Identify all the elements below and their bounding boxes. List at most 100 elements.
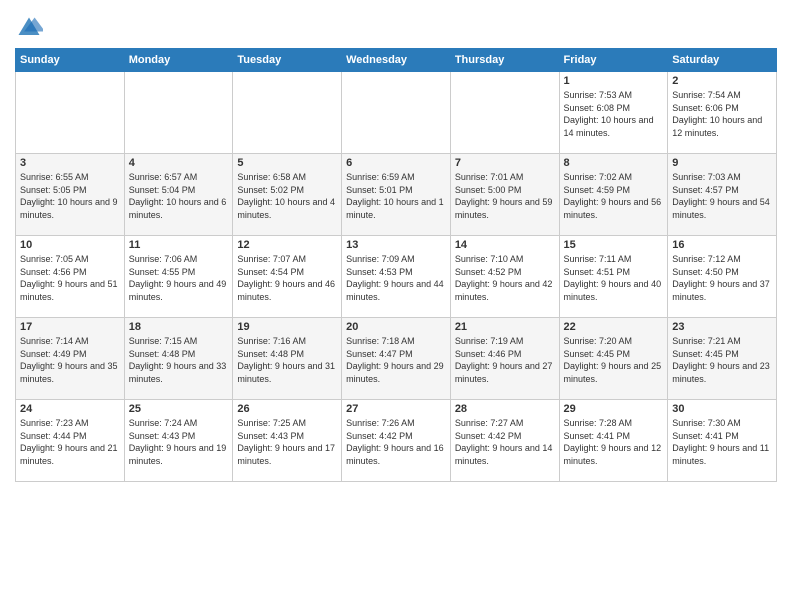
day-info: Sunrise: 7:18 AM Sunset: 4:47 PM Dayligh… xyxy=(346,335,446,385)
calendar-cell: 8 Sunrise: 7:02 AM Sunset: 4:59 PM Daylig… xyxy=(559,154,668,236)
day-number: 1 xyxy=(564,75,664,87)
day-number: 4 xyxy=(129,157,229,169)
calendar-cell: 17 Sunrise: 7:14 AM Sunset: 4:49 PM Dayli… xyxy=(16,318,125,400)
day-info: Sunrise: 7:27 AM Sunset: 4:42 PM Dayligh… xyxy=(455,417,555,467)
day-info: Sunrise: 7:24 AM Sunset: 4:43 PM Dayligh… xyxy=(129,417,229,467)
day-number: 26 xyxy=(237,403,337,415)
day-number: 13 xyxy=(346,239,446,251)
calendar-cell: 30Sunrise: 7:30 AM Sunset: 4:41 PM Dayli… xyxy=(668,400,777,482)
logo xyxy=(15,14,45,42)
day-info: Sunrise: 6:57 AM Sunset: 5:04 PM Dayligh… xyxy=(129,171,229,221)
day-info: Sunrise: 7:30 AM Sunset: 4:41 PM Dayligh… xyxy=(672,417,772,467)
day-info: Sunrise: 7:11 AM Sunset: 4:51 PM Dayligh… xyxy=(564,253,664,303)
day-number: 6 xyxy=(346,157,446,169)
day-number: 25 xyxy=(129,403,229,415)
day-info: Sunrise: 6:58 AM Sunset: 5:02 PM Dayligh… xyxy=(237,171,337,221)
day-number: 15 xyxy=(564,239,664,251)
day-number: 18 xyxy=(129,321,229,333)
calendar-cell: 15 Sunrise: 7:11 AM Sunset: 4:51 PM Dayli… xyxy=(559,236,668,318)
calendar-cell: 1 Sunrise: 7:53 AM Sunset: 6:08 PM Daylig… xyxy=(559,72,668,154)
calendar-cell: 5 Sunrise: 6:58 AM Sunset: 5:02 PM Daylig… xyxy=(233,154,342,236)
calendar-cell: 18 Sunrise: 7:15 AM Sunset: 4:48 PM Dayli… xyxy=(124,318,233,400)
day-number: 20 xyxy=(346,321,446,333)
day-number: 14 xyxy=(455,239,555,251)
day-number: 7 xyxy=(455,157,555,169)
day-number: 12 xyxy=(237,239,337,251)
weekday-header-tuesday: Tuesday xyxy=(233,49,342,72)
week-row-1: 1 Sunrise: 7:53 AM Sunset: 6:08 PM Daylig… xyxy=(16,72,777,154)
calendar-cell: 7 Sunrise: 7:01 AM Sunset: 5:00 PM Daylig… xyxy=(450,154,559,236)
weekday-header-wednesday: Wednesday xyxy=(342,49,451,72)
day-number: 23 xyxy=(672,321,772,333)
calendar-cell: 12Sunrise: 7:07 AM Sunset: 4:54 PM Dayli… xyxy=(233,236,342,318)
calendar-cell: 21 Sunrise: 7:19 AM Sunset: 4:46 PM Dayli… xyxy=(450,318,559,400)
calendar-cell: 2Sunrise: 7:54 AM Sunset: 6:06 PM Daylig… xyxy=(668,72,777,154)
day-number: 5 xyxy=(237,157,337,169)
day-info: Sunrise: 7:03 AM Sunset: 4:57 PM Dayligh… xyxy=(672,171,772,221)
calendar-cell: 29 Sunrise: 7:28 AM Sunset: 4:41 PM Dayli… xyxy=(559,400,668,482)
weekday-header-monday: Monday xyxy=(124,49,233,72)
day-info: Sunrise: 7:21 AM Sunset: 4:45 PM Dayligh… xyxy=(672,335,772,385)
calendar-cell: 24Sunrise: 7:23 AM Sunset: 4:44 PM Dayli… xyxy=(16,400,125,482)
calendar-cell: 6 Sunrise: 6:59 AM Sunset: 5:01 PM Daylig… xyxy=(342,154,451,236)
day-info: Sunrise: 7:01 AM Sunset: 5:00 PM Dayligh… xyxy=(455,171,555,221)
calendar-cell: 9 Sunrise: 7:03 AM Sunset: 4:57 PM Daylig… xyxy=(668,154,777,236)
calendar-body: 1 Sunrise: 7:53 AM Sunset: 6:08 PM Daylig… xyxy=(16,72,777,482)
calendar-cell: 25 Sunrise: 7:24 AM Sunset: 4:43 PM Dayli… xyxy=(124,400,233,482)
calendar-cell: 19 Sunrise: 7:16 AM Sunset: 4:48 PM Dayli… xyxy=(233,318,342,400)
day-number: 21 xyxy=(455,321,555,333)
calendar-cell: 27 Sunrise: 7:26 AM Sunset: 4:42 PM Dayli… xyxy=(342,400,451,482)
day-info: Sunrise: 7:05 AM Sunset: 4:56 PM Dayligh… xyxy=(20,253,120,303)
day-info: Sunrise: 7:02 AM Sunset: 4:59 PM Dayligh… xyxy=(564,171,664,221)
day-info: Sunrise: 7:26 AM Sunset: 4:42 PM Dayligh… xyxy=(346,417,446,467)
day-number: 19 xyxy=(237,321,337,333)
day-info: Sunrise: 7:19 AM Sunset: 4:46 PM Dayligh… xyxy=(455,335,555,385)
calendar-cell: 20 Sunrise: 7:18 AM Sunset: 4:47 PM Dayli… xyxy=(342,318,451,400)
day-info: Sunrise: 7:09 AM Sunset: 4:53 PM Dayligh… xyxy=(346,253,446,303)
day-number: 27 xyxy=(346,403,446,415)
calendar-cell xyxy=(124,72,233,154)
calendar-cell: 10 Sunrise: 7:05 AM Sunset: 4:56 PM Dayli… xyxy=(16,236,125,318)
day-info: Sunrise: 7:25 AM Sunset: 4:43 PM Dayligh… xyxy=(237,417,337,467)
calendar-cell: 11 Sunrise: 7:06 AM Sunset: 4:55 PM Dayli… xyxy=(124,236,233,318)
day-info: Sunrise: 7:20 AM Sunset: 4:45 PM Dayligh… xyxy=(564,335,664,385)
calendar-table: SundayMondayTuesdayWednesdayThursdayFrid… xyxy=(15,48,777,482)
page-container: SundayMondayTuesdayWednesdayThursdayFrid… xyxy=(0,0,792,487)
header-area xyxy=(15,10,777,42)
day-info: Sunrise: 7:12 AM Sunset: 4:50 PM Dayligh… xyxy=(672,253,772,303)
calendar-cell xyxy=(342,72,451,154)
day-info: Sunrise: 7:28 AM Sunset: 4:41 PM Dayligh… xyxy=(564,417,664,467)
calendar-cell: 26 Sunrise: 7:25 AM Sunset: 4:43 PM Dayli… xyxy=(233,400,342,482)
day-number: 17 xyxy=(20,321,120,333)
calendar-header: SundayMondayTuesdayWednesdayThursdayFrid… xyxy=(16,49,777,72)
day-number: 10 xyxy=(20,239,120,251)
day-info: Sunrise: 7:23 AM Sunset: 4:44 PM Dayligh… xyxy=(20,417,120,467)
calendar-cell: 22 Sunrise: 7:20 AM Sunset: 4:45 PM Dayli… xyxy=(559,318,668,400)
weekday-header-thursday: Thursday xyxy=(450,49,559,72)
day-number: 8 xyxy=(564,157,664,169)
day-number: 3 xyxy=(20,157,120,169)
weekday-header-friday: Friday xyxy=(559,49,668,72)
day-info: Sunrise: 7:06 AM Sunset: 4:55 PM Dayligh… xyxy=(129,253,229,303)
calendar-cell xyxy=(16,72,125,154)
day-info: Sunrise: 7:15 AM Sunset: 4:48 PM Dayligh… xyxy=(129,335,229,385)
week-row-5: 24Sunrise: 7:23 AM Sunset: 4:44 PM Dayli… xyxy=(16,400,777,482)
day-info: Sunrise: 7:14 AM Sunset: 4:49 PM Dayligh… xyxy=(20,335,120,385)
day-info: Sunrise: 6:59 AM Sunset: 5:01 PM Dayligh… xyxy=(346,171,446,221)
day-number: 16 xyxy=(672,239,772,251)
day-number: 22 xyxy=(564,321,664,333)
header-row: SundayMondayTuesdayWednesdayThursdayFrid… xyxy=(16,49,777,72)
day-number: 9 xyxy=(672,157,772,169)
day-info: Sunrise: 7:54 AM Sunset: 6:06 PM Dayligh… xyxy=(672,89,772,139)
day-number: 11 xyxy=(129,239,229,251)
week-row-4: 17 Sunrise: 7:14 AM Sunset: 4:49 PM Dayli… xyxy=(16,318,777,400)
day-info: Sunrise: 7:53 AM Sunset: 6:08 PM Dayligh… xyxy=(564,89,664,139)
calendar-cell: 14Sunrise: 7:10 AM Sunset: 4:52 PM Dayli… xyxy=(450,236,559,318)
day-number: 28 xyxy=(455,403,555,415)
day-info: Sunrise: 7:16 AM Sunset: 4:48 PM Dayligh… xyxy=(237,335,337,385)
calendar-cell xyxy=(233,72,342,154)
calendar-cell: 3Sunrise: 6:55 AM Sunset: 5:05 PM Daylig… xyxy=(16,154,125,236)
day-number: 29 xyxy=(564,403,664,415)
calendar-cell: 13 Sunrise: 7:09 AM Sunset: 4:53 PM Dayli… xyxy=(342,236,451,318)
calendar-cell xyxy=(450,72,559,154)
